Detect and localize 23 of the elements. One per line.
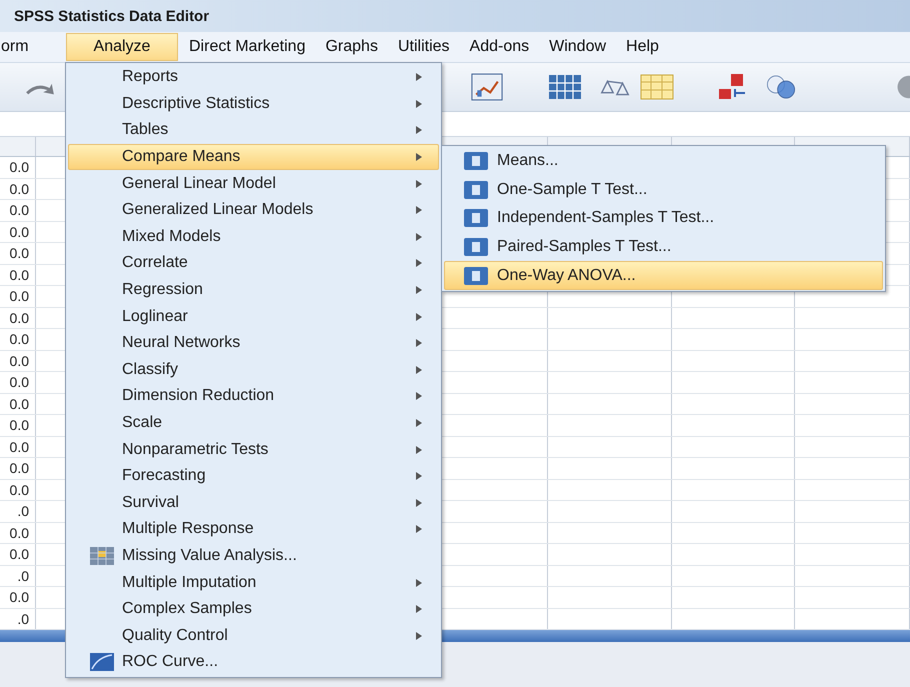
table-cell: 0.0: [10, 202, 29, 218]
table-cell: 0.0: [10, 288, 29, 304]
table-cell: 0.0: [10, 589, 29, 606]
table-cell: 0.0: [10, 245, 29, 262]
table-cell: .0: [17, 503, 29, 520]
table-cell: 0.0: [10, 159, 29, 176]
table-cell: 0.0: [10, 417, 29, 434]
table-cell: 0.0: [10, 331, 29, 348]
table-cell: .0: [17, 568, 29, 584]
table-cell: 0.0: [10, 374, 29, 390]
table-cell: 0.0: [10, 460, 29, 476]
table-cell: 0.0: [10, 266, 29, 283]
window-title: SPSS Statistics Data Editor: [14, 8, 210, 24]
table-cell: 0.0: [10, 352, 29, 369]
table-cell: 0.0: [10, 546, 29, 562]
table-cell: .0: [17, 610, 29, 627]
table-cell: 0.0: [10, 482, 29, 498]
table-cell: 0.0: [10, 524, 29, 541]
table-cell: 0.0: [10, 438, 29, 455]
table-cell: 0.0: [10, 224, 29, 240]
table-cell: 0.0: [10, 396, 29, 412]
table-cell: 0.0: [10, 310, 29, 326]
table-cell: 0.0: [10, 180, 29, 197]
